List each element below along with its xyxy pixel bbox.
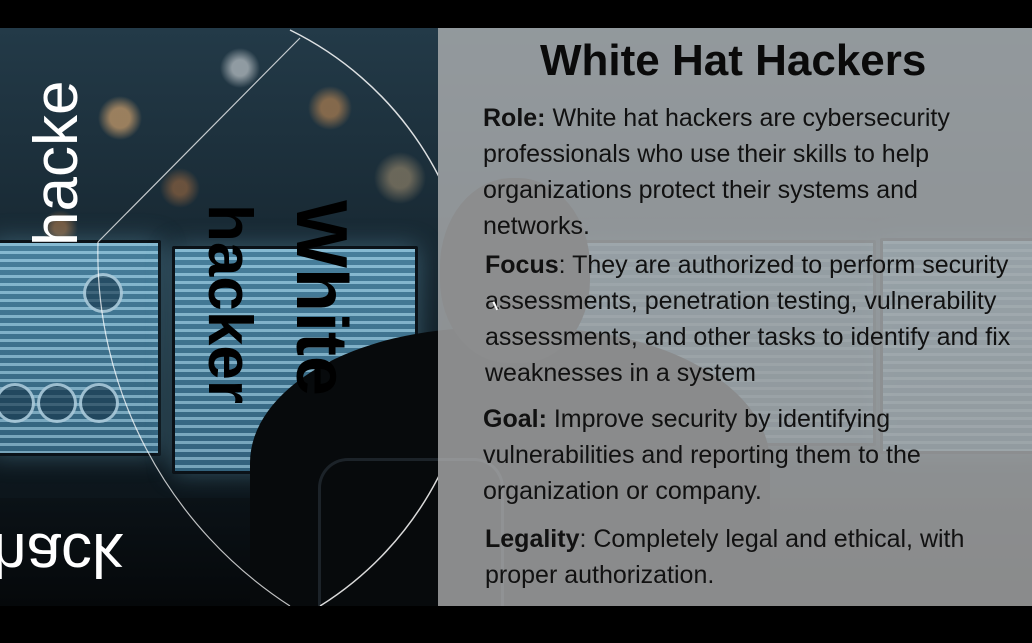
goal-text: Improve security by identifying vulnerab… [483,405,921,505]
decor-word-hacker-mid: hacker [195,204,264,404]
decor-word-white: White [281,200,361,396]
presentation-slide: hacke White hacker hack White Hat Hacker… [0,28,1032,606]
focus-text: : They are authorized to perform securit… [485,251,1011,387]
goal-label: Goal: [483,405,547,433]
decor-word-hacker-bottom: hack [0,520,123,589]
role-text: White hat hackers are cybersecurity prof… [483,104,950,240]
slide-title: White Hat Hackers [540,36,927,85]
decor-word-hacker-top: hacke [22,80,91,246]
role-label: Role: [483,104,546,132]
legality-label: Legality [485,525,580,553]
section-goal: Goal: Improve security by identifying vu… [483,401,1028,509]
section-focus: Focus: They are authorized to perform se… [485,247,1030,391]
section-legality: Legality: Completely legal and ethical, … [485,521,1030,593]
section-role: Role: White hat hackers are cybersecurit… [483,100,1028,244]
focus-label: Focus [485,251,559,279]
